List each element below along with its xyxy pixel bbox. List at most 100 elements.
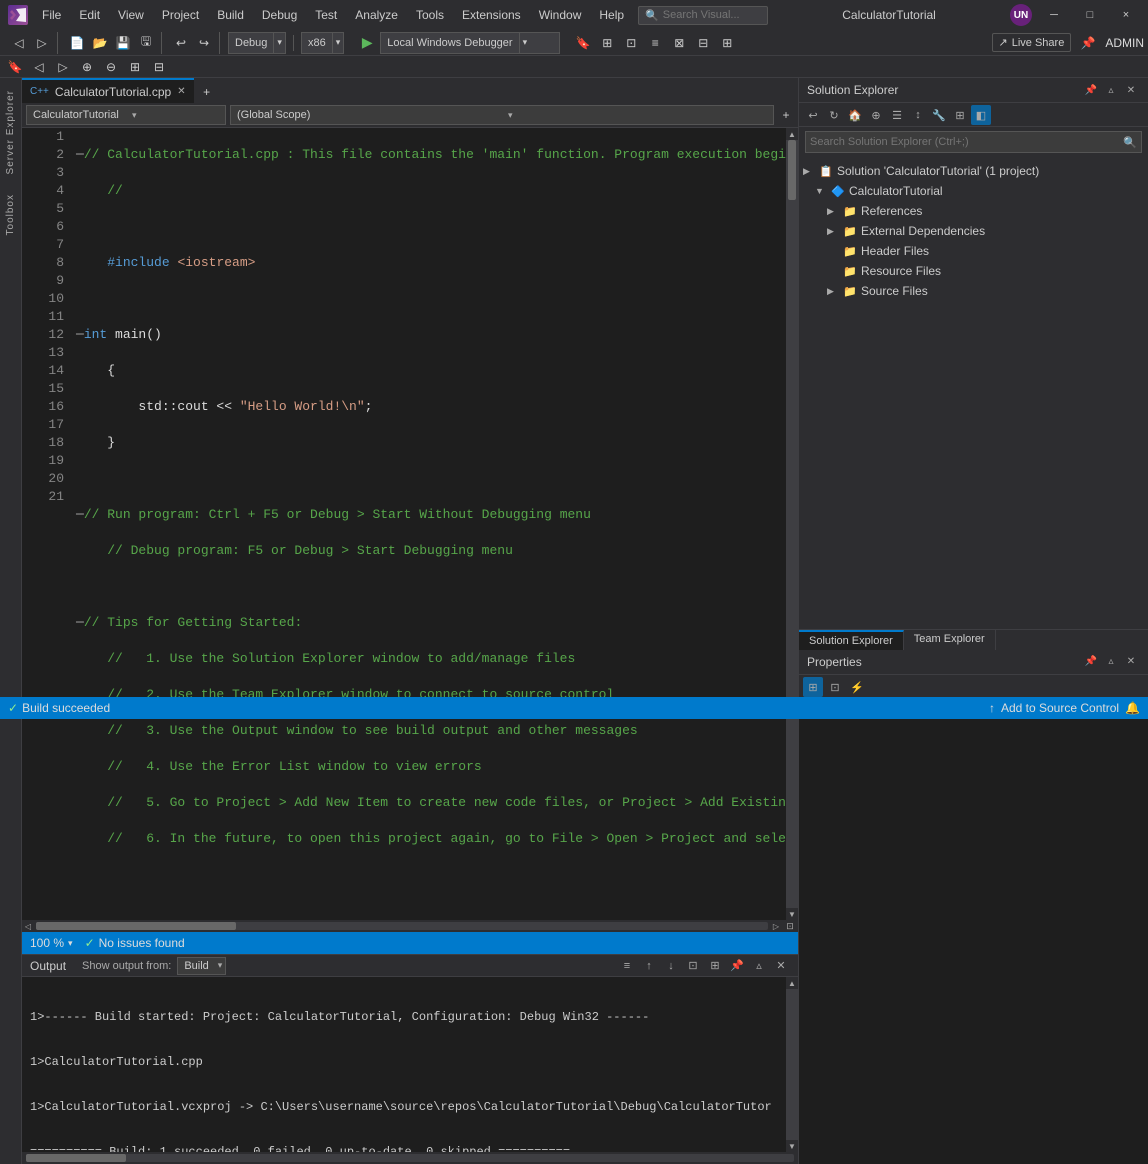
tab-team-explorer[interactable]: Team Explorer xyxy=(904,630,996,650)
hscroll-thumb[interactable] xyxy=(36,922,236,930)
admin-button[interactable]: ADMIN xyxy=(1105,36,1144,50)
file-tab-main[interactable]: C++ CalculatorTutorial.cpp ✕ xyxy=(22,78,194,103)
title-search-input[interactable] xyxy=(663,9,753,21)
tab-solution-explorer[interactable]: Solution Explorer xyxy=(799,630,904,650)
source-expand[interactable]: ▶ xyxy=(827,286,839,297)
props-tool-categories[interactable]: ⊞ xyxy=(803,677,823,697)
code-content[interactable]: ─// CalculatorTutorial.cpp : This file c… xyxy=(72,128,786,920)
menu-file[interactable]: File xyxy=(34,6,69,24)
tb2-btn7[interactable]: ⊟ xyxy=(148,56,170,78)
references-expand[interactable]: ▶ xyxy=(827,206,839,217)
toolbar-btn-2[interactable]: ⊞ xyxy=(596,32,618,54)
toolbar-btn-4[interactable]: ≡ xyxy=(644,32,666,54)
output-format-btn2[interactable]: ↑ xyxy=(640,957,658,975)
tree-solution[interactable]: ▶ 📋 Solution 'CalculatorTutorial' (1 pro… xyxy=(799,161,1148,181)
se-pin-btn[interactable]: 📌 xyxy=(1082,81,1100,99)
add-tab-button[interactable]: + xyxy=(196,81,218,103)
se-tool-4[interactable]: ⊕ xyxy=(866,105,886,125)
tree-resource-files[interactable]: 📁 Resource Files xyxy=(799,261,1148,281)
se-tool-5[interactable]: ☰ xyxy=(887,105,907,125)
props-pin-btn[interactable]: 📌 xyxy=(1082,653,1100,671)
debug-config-arrow[interactable]: ▾ xyxy=(273,33,285,53)
zoom-arrow[interactable]: ▾ xyxy=(68,938,73,949)
header-expand[interactable] xyxy=(827,246,839,256)
scroll-down-btn[interactable]: ▼ xyxy=(786,908,798,920)
menu-tools[interactable]: Tools xyxy=(408,6,452,24)
solution-expand[interactable]: ▶ xyxy=(803,166,815,177)
output-hscrollbar[interactable] xyxy=(22,1152,798,1164)
output-close-btn[interactable]: ✕ xyxy=(772,957,790,975)
title-search-box[interactable]: 🔍 xyxy=(638,6,768,25)
editor-vscrollbar[interactable]: ▲ ▼ xyxy=(786,128,798,920)
project-expand[interactable]: ▼ xyxy=(815,186,827,196)
menu-project[interactable]: Project xyxy=(154,6,207,24)
platform-arrow[interactable]: ▾ xyxy=(332,33,344,53)
output-vscrollbar[interactable]: ▲ ▼ xyxy=(786,977,798,1152)
zoom-status[interactable]: 100 % ▾ xyxy=(30,936,73,950)
tree-references[interactable]: ▶ 📁 References xyxy=(799,201,1148,221)
minimize-button[interactable]: ─ xyxy=(1040,6,1068,24)
toolbar-btn-6[interactable]: ⊟ xyxy=(692,32,714,54)
se-close-btn[interactable]: ✕ xyxy=(1122,81,1140,99)
se-tool-3[interactable]: 🏠 xyxy=(845,105,865,125)
tree-project[interactable]: ▼ 🔷 CalculatorTutorial xyxy=(799,181,1148,201)
debug-start-btn[interactable]: ▶ xyxy=(356,32,378,54)
run-dropdown-arrow[interactable]: ▾ xyxy=(519,33,531,53)
menu-test[interactable]: Test xyxy=(307,6,345,24)
se-search-box[interactable]: 🔍 xyxy=(805,131,1142,153)
output-format-btn4[interactable]: ⊡ xyxy=(684,957,702,975)
file-tab-close[interactable]: ✕ xyxy=(177,86,185,97)
new-project-button[interactable]: 📄 xyxy=(66,32,88,54)
output-source-arrow[interactable]: ▾ xyxy=(215,960,226,971)
scope-dropdown-arrow[interactable]: ▾ xyxy=(505,110,773,121)
output-scroll-down[interactable]: ▼ xyxy=(786,1140,798,1152)
collapse-14[interactable]: ─ xyxy=(76,615,84,630)
se-tool-1[interactable]: ↩ xyxy=(803,105,823,125)
project-dropdown[interactable]: CalculatorTutorial ▾ xyxy=(26,105,226,125)
se-tool-6[interactable]: ↕ xyxy=(908,105,928,125)
save-all-button[interactable]: 🖫 xyxy=(135,32,157,54)
menu-view[interactable]: View xyxy=(110,6,152,24)
undo-button[interactable]: ↩ xyxy=(170,32,192,54)
se-search-input[interactable] xyxy=(806,136,1115,148)
open-button[interactable]: 📂 xyxy=(89,32,111,54)
props-tool-alpha[interactable]: ⊡ xyxy=(825,677,845,697)
collapse-6[interactable]: ─ xyxy=(76,327,84,342)
output-source-dropdown[interactable]: Build ▾ xyxy=(177,957,226,975)
menu-window[interactable]: Window xyxy=(531,6,590,24)
menu-edit[interactable]: Edit xyxy=(71,6,108,24)
tb2-btn4[interactable]: ⊕ xyxy=(76,56,98,78)
resource-expand[interactable] xyxy=(827,266,839,276)
editor-toolbar-add[interactable]: + xyxy=(778,104,794,126)
ext-deps-expand[interactable]: ▶ xyxy=(827,226,839,237)
output-format-btn1[interactable]: ≡ xyxy=(618,957,636,975)
tree-source-files[interactable]: ▶ 📁 Source Files xyxy=(799,281,1148,301)
menu-build[interactable]: Build xyxy=(209,6,252,24)
hscroll-track[interactable] xyxy=(36,922,768,930)
run-dropdown[interactable]: Local Windows Debugger ▾ xyxy=(380,32,560,54)
code-hscrollbar[interactable]: ◁ ▷ ⊡ xyxy=(22,920,798,932)
toolbar-btn-7[interactable]: ⊞ xyxy=(716,32,738,54)
tree-external-deps[interactable]: ▶ 📁 External Dependencies xyxy=(799,221,1148,241)
redo-button[interactable]: ↪ xyxy=(193,32,215,54)
se-tool-7[interactable]: 🔧 xyxy=(929,105,949,125)
code-area[interactable]: 1 2 3 4 5 6 7 8 9 10 11 12 13 14 xyxy=(22,128,786,920)
source-control-text[interactable]: Add to Source Control xyxy=(1001,701,1119,715)
props-close-btn[interactable]: ✕ xyxy=(1122,653,1140,671)
output-scroll-track[interactable] xyxy=(786,989,798,1140)
user-avatar[interactable]: UN xyxy=(1010,4,1032,26)
scroll-up-btn[interactable]: ▲ xyxy=(786,128,798,140)
output-expand-btn[interactable]: ▵ xyxy=(750,957,768,975)
scroll-map-btn[interactable]: ⊡ xyxy=(782,920,798,932)
menu-analyze[interactable]: Analyze xyxy=(347,6,406,24)
output-hscroll-track[interactable] xyxy=(26,1154,794,1162)
menu-help[interactable]: Help xyxy=(591,6,632,24)
hscroll-left[interactable]: ◁ xyxy=(22,920,34,932)
se-expand-btn[interactable]: ▵ xyxy=(1102,81,1120,99)
se-tool-8[interactable]: ⊞ xyxy=(950,105,970,125)
scroll-track[interactable] xyxy=(786,140,798,908)
output-format-btn5[interactable]: ⊞ xyxy=(706,957,724,975)
se-tool-2[interactable]: ↻ xyxy=(824,105,844,125)
output-hscroll-thumb[interactable] xyxy=(26,1154,126,1162)
props-tool-events[interactable]: ⚡ xyxy=(847,677,867,697)
